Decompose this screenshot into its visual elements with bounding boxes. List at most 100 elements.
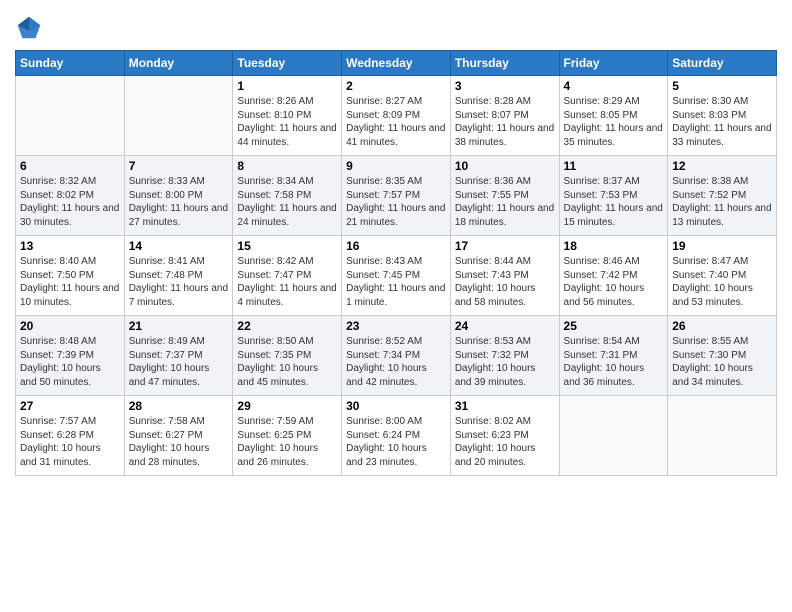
day-number: 24 <box>455 319 555 333</box>
day-number: 26 <box>672 319 772 333</box>
day-info: Sunrise: 7:57 AM Sunset: 6:28 PM Dayligh… <box>20 415 120 469</box>
day-info: Sunrise: 8:37 AM Sunset: 7:53 PM Dayligh… <box>564 175 664 229</box>
day-number: 29 <box>237 399 337 413</box>
day-info: Sunrise: 8:48 AM Sunset: 7:39 PM Dayligh… <box>20 335 120 389</box>
calendar-cell: 16 Sunrise: 8:43 AM Sunset: 7:45 PM Dayli… <box>342 236 451 316</box>
day-info: Sunrise: 8:29 AM Sunset: 8:05 PM Dayligh… <box>564 95 664 149</box>
calendar-cell: 27 Sunrise: 7:57 AM Sunset: 6:28 PM Dayli… <box>16 396 125 476</box>
day-number: 23 <box>346 319 446 333</box>
day-info: Sunrise: 8:30 AM Sunset: 8:03 PM Dayligh… <box>672 95 772 149</box>
calendar-cell: 18 Sunrise: 8:46 AM Sunset: 7:42 PM Dayli… <box>559 236 668 316</box>
day-info: Sunrise: 8:54 AM Sunset: 7:31 PM Dayligh… <box>564 335 664 389</box>
calendar-cell <box>124 76 233 156</box>
day-number: 18 <box>564 239 664 253</box>
day-info: Sunrise: 8:26 AM Sunset: 8:10 PM Dayligh… <box>237 95 337 149</box>
day-info: Sunrise: 8:49 AM Sunset: 7:37 PM Dayligh… <box>129 335 229 389</box>
day-number: 4 <box>564 79 664 93</box>
day-info: Sunrise: 8:02 AM Sunset: 6:23 PM Dayligh… <box>455 415 555 469</box>
calendar-cell: 2 Sunrise: 8:27 AM Sunset: 8:09 PM Daylig… <box>342 76 451 156</box>
weekday-header: Saturday <box>668 51 777 76</box>
weekday-header: Sunday <box>16 51 125 76</box>
day-info: Sunrise: 8:42 AM Sunset: 7:47 PM Dayligh… <box>237 255 337 309</box>
day-number: 22 <box>237 319 337 333</box>
calendar-cell: 14Sunrise: 8:41 AM Sunset: 7:48 PM Dayli… <box>124 236 233 316</box>
day-info: Sunrise: 8:46 AM Sunset: 7:42 PM Dayligh… <box>564 255 664 309</box>
calendar-cell: 29 Sunrise: 7:59 AM Sunset: 6:25 PM Dayli… <box>233 396 342 476</box>
calendar-cell: 17 Sunrise: 8:44 AM Sunset: 7:43 PM Dayli… <box>450 236 559 316</box>
day-number: 31 <box>455 399 555 413</box>
calendar-cell <box>668 396 777 476</box>
day-number: 5 <box>672 79 772 93</box>
calendar-cell: 10 Sunrise: 8:36 AM Sunset: 7:55 PM Dayli… <box>450 156 559 236</box>
day-number: 10 <box>455 159 555 173</box>
calendar-cell: 24 Sunrise: 8:53 AM Sunset: 7:32 PM Dayli… <box>450 316 559 396</box>
day-number: 20 <box>20 319 120 333</box>
page: SundayMondayTuesdayWednesdayThursdayFrid… <box>0 0 792 612</box>
day-number: 3 <box>455 79 555 93</box>
day-info: Sunrise: 8:47 AM Sunset: 7:40 PM Dayligh… <box>672 255 772 309</box>
weekday-header: Thursday <box>450 51 559 76</box>
calendar-cell: 8 Sunrise: 8:34 AM Sunset: 7:58 PM Daylig… <box>233 156 342 236</box>
calendar-cell: 12 Sunrise: 8:38 AM Sunset: 7:52 PM Dayli… <box>668 156 777 236</box>
day-info: Sunrise: 8:40 AM Sunset: 7:50 PM Dayligh… <box>20 255 120 309</box>
day-info: Sunrise: 8:35 AM Sunset: 7:57 PM Dayligh… <box>346 175 446 229</box>
day-info: Sunrise: 8:27 AM Sunset: 8:09 PM Dayligh… <box>346 95 446 149</box>
day-info: Sunrise: 8:44 AM Sunset: 7:43 PM Dayligh… <box>455 255 555 309</box>
day-info: Sunrise: 8:28 AM Sunset: 8:07 PM Dayligh… <box>455 95 555 149</box>
day-info: Sunrise: 8:36 AM Sunset: 7:55 PM Dayligh… <box>455 175 555 229</box>
day-number: 9 <box>346 159 446 173</box>
calendar-cell: 6Sunrise: 8:32 AM Sunset: 8:02 PM Daylig… <box>16 156 125 236</box>
calendar-cell: 11 Sunrise: 8:37 AM Sunset: 7:53 PM Dayli… <box>559 156 668 236</box>
calendar-cell: 13 Sunrise: 8:40 AM Sunset: 7:50 PM Dayli… <box>16 236 125 316</box>
day-number: 17 <box>455 239 555 253</box>
day-number: 12 <box>672 159 772 173</box>
day-number: 13 <box>20 239 120 253</box>
day-info: Sunrise: 8:53 AM Sunset: 7:32 PM Dayligh… <box>455 335 555 389</box>
day-info: Sunrise: 8:50 AM Sunset: 7:35 PM Dayligh… <box>237 335 337 389</box>
weekday-header: Wednesday <box>342 51 451 76</box>
day-info: Sunrise: 7:58 AM Sunset: 6:27 PM Dayligh… <box>129 415 229 469</box>
day-number: 1 <box>237 79 337 93</box>
calendar-cell: 28 Sunrise: 7:58 AM Sunset: 6:27 PM Dayli… <box>124 396 233 476</box>
calendar-cell: 5 Sunrise: 8:30 AM Sunset: 8:03 PM Daylig… <box>668 76 777 156</box>
calendar-week-row: 1 Sunrise: 8:26 AM Sunset: 8:10 PM Daylig… <box>16 76 777 156</box>
day-number: 30 <box>346 399 446 413</box>
header <box>15 10 777 42</box>
calendar-week-row: 6Sunrise: 8:32 AM Sunset: 8:02 PM Daylig… <box>16 156 777 236</box>
day-number: 2 <box>346 79 446 93</box>
calendar-cell: 9 Sunrise: 8:35 AM Sunset: 7:57 PM Daylig… <box>342 156 451 236</box>
logo-icon <box>15 14 43 42</box>
calendar-cell <box>559 396 668 476</box>
day-number: 19 <box>672 239 772 253</box>
day-info: Sunrise: 7:59 AM Sunset: 6:25 PM Dayligh… <box>237 415 337 469</box>
weekday-header: Friday <box>559 51 668 76</box>
calendar-week-row: 27 Sunrise: 7:57 AM Sunset: 6:28 PM Dayli… <box>16 396 777 476</box>
calendar-cell: 23 Sunrise: 8:52 AM Sunset: 7:34 PM Dayli… <box>342 316 451 396</box>
calendar-cell: 4 Sunrise: 8:29 AM Sunset: 8:05 PM Daylig… <box>559 76 668 156</box>
day-info: Sunrise: 8:38 AM Sunset: 7:52 PM Dayligh… <box>672 175 772 229</box>
calendar-cell: 21 Sunrise: 8:49 AM Sunset: 7:37 PM Dayli… <box>124 316 233 396</box>
calendar-week-row: 13 Sunrise: 8:40 AM Sunset: 7:50 PM Dayli… <box>16 236 777 316</box>
calendar-cell: 22 Sunrise: 8:50 AM Sunset: 7:35 PM Dayli… <box>233 316 342 396</box>
day-number: 28 <box>129 399 229 413</box>
day-info: Sunrise: 8:32 AM Sunset: 8:02 PM Dayligh… <box>20 175 120 229</box>
calendar-cell: 31 Sunrise: 8:02 AM Sunset: 6:23 PM Dayli… <box>450 396 559 476</box>
day-number: 8 <box>237 159 337 173</box>
day-info: Sunrise: 8:43 AM Sunset: 7:45 PM Dayligh… <box>346 255 446 309</box>
calendar-cell: 3 Sunrise: 8:28 AM Sunset: 8:07 PM Daylig… <box>450 76 559 156</box>
day-info: Sunrise: 8:55 AM Sunset: 7:30 PM Dayligh… <box>672 335 772 389</box>
day-info: Sunrise: 8:52 AM Sunset: 7:34 PM Dayligh… <box>346 335 446 389</box>
day-number: 16 <box>346 239 446 253</box>
day-number: 11 <box>564 159 664 173</box>
day-info: Sunrise: 8:33 AM Sunset: 8:00 PM Dayligh… <box>129 175 229 229</box>
calendar-week-row: 20 Sunrise: 8:48 AM Sunset: 7:39 PM Dayli… <box>16 316 777 396</box>
day-number: 27 <box>20 399 120 413</box>
logo <box>15 14 47 42</box>
day-number: 7 <box>129 159 229 173</box>
day-number: 21 <box>129 319 229 333</box>
calendar-cell: 19 Sunrise: 8:47 AM Sunset: 7:40 PM Dayli… <box>668 236 777 316</box>
calendar-cell: 26 Sunrise: 8:55 AM Sunset: 7:30 PM Dayli… <box>668 316 777 396</box>
calendar-cell: 7 Sunrise: 8:33 AM Sunset: 8:00 PM Daylig… <box>124 156 233 236</box>
day-info: Sunrise: 8:34 AM Sunset: 7:58 PM Dayligh… <box>237 175 337 229</box>
day-number: 15 <box>237 239 337 253</box>
